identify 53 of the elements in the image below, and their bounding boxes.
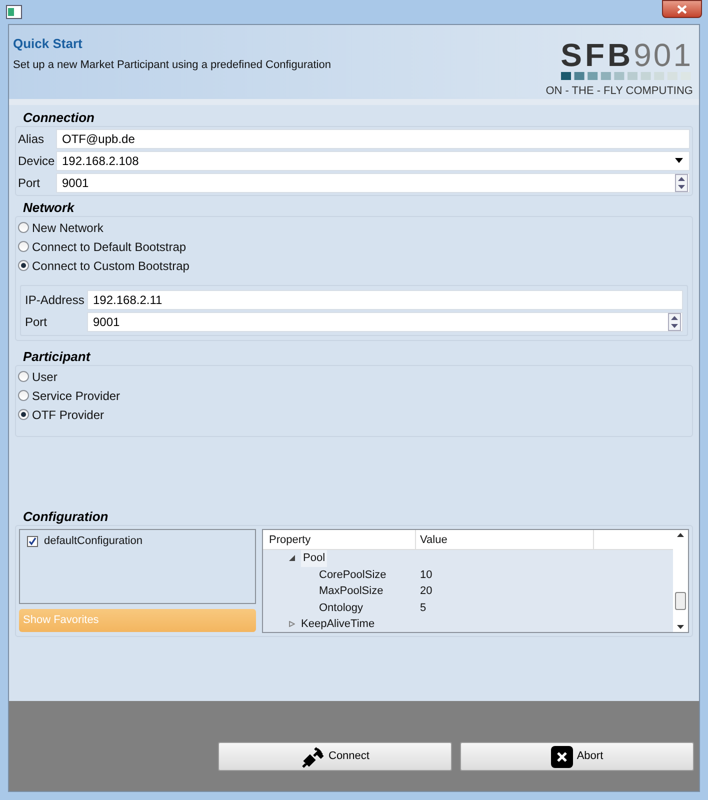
column-header[interactable]: Value — [416, 530, 594, 549]
section-title: Network — [23, 200, 76, 216]
field-label: Port — [25, 314, 48, 330]
app-icon — [6, 5, 22, 19]
column-header[interactable]: Property — [263, 530, 416, 549]
spinner-arrows-icon[interactable] — [668, 312, 681, 330]
close-icon — [677, 4, 687, 14]
property-name: Pool — [301, 550, 328, 566]
field-label: Device — [18, 152, 56, 170]
radio-option[interactable]: Connect to Default Bootstrap — [18, 237, 690, 256]
property-value: 5 — [419, 600, 426, 616]
input-field[interactable]: OTF@upb.de — [56, 128, 690, 148]
close-icon — [550, 746, 573, 768]
section-title: Connection — [23, 110, 96, 126]
section-title: Participant — [23, 349, 92, 365]
expand-arrow-icon[interactable] — [289, 621, 295, 628]
logo-number: 901 — [634, 40, 693, 70]
radio-option[interactable]: New Network — [18, 218, 690, 237]
dropdown-field[interactable]: 192.168.2.108 — [56, 150, 690, 170]
section-title: Configuration — [23, 509, 110, 525]
checkmark-icon — [28, 536, 37, 546]
field-label: Port — [18, 174, 42, 192]
close-button[interactable] — [662, 0, 702, 18]
connect-button[interactable]: Connect — [218, 742, 452, 771]
property-name: CorePoolSize — [319, 568, 386, 582]
property-name: KeepAliveTime — [301, 617, 375, 632]
property-value: 10 — [419, 568, 432, 582]
spinner-field[interactable]: 9001 — [56, 172, 690, 192]
spinner-arrows-icon[interactable] — [675, 174, 688, 192]
dropdown-arrow-icon — [675, 158, 683, 163]
radio-option[interactable]: Connect to Custom Bootstrap — [18, 256, 690, 275]
logo-tagline: ON - THE - FLY COMPUTING — [546, 84, 693, 98]
property-value: 20 — [419, 584, 432, 599]
field-label: Alias — [18, 130, 46, 148]
radio-option[interactable]: User — [18, 367, 690, 386]
plug-icon — [300, 744, 324, 768]
input-field[interactable]: 192.168.2.11 — [87, 290, 683, 310]
property-name: Ontology — [319, 600, 364, 616]
header-subtitle: Set up a new Market Participant using a predefined Configuration — [13, 58, 331, 72]
spinner-field[interactable]: 9001 — [87, 312, 683, 332]
radio-option[interactable]: Service Provider — [18, 386, 690, 405]
collapse-arrow-icon[interactable] — [289, 555, 295, 562]
scrollbar-thumb[interactable] — [675, 592, 686, 610]
logo-letters: SFB — [560, 40, 634, 70]
scroll-up-arrow-icon[interactable] — [677, 533, 684, 537]
property-name: MaxPoolSize — [319, 584, 384, 599]
abort-button[interactable]: Abort — [460, 742, 694, 771]
field-label: IP-Address — [25, 292, 86, 308]
scrollbar[interactable] — [673, 530, 688, 632]
radio-option[interactable]: OTF Provider — [18, 405, 690, 424]
list-item[interactable]: defaultConfiguration — [23, 533, 252, 550]
header-title: Quick Start — [13, 35, 84, 53]
scroll-down-arrow-icon[interactable] — [677, 625, 684, 629]
